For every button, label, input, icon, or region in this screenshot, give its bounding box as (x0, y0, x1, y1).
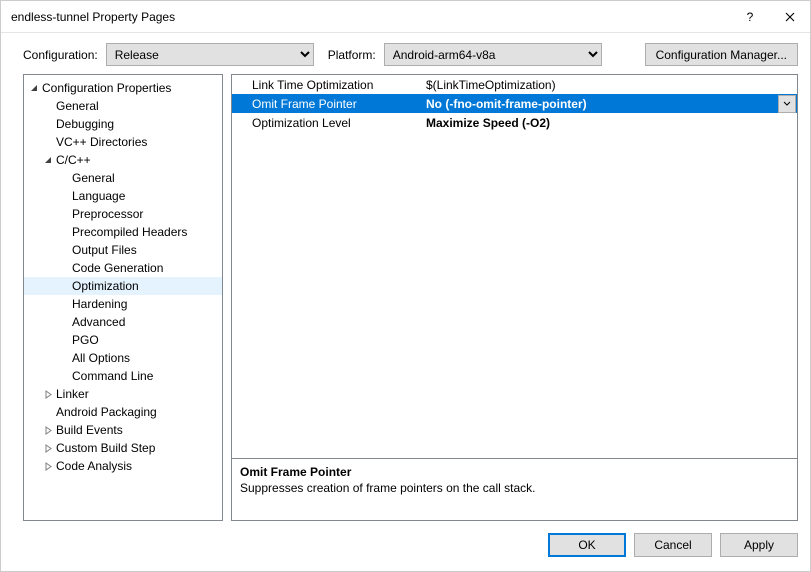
property-value[interactable]: No (-fno-omit-frame-pointer) (422, 97, 778, 111)
expand-icon[interactable] (42, 390, 54, 399)
tree-item-label: General (70, 171, 117, 185)
tree-item[interactable]: Precompiled Headers (24, 223, 222, 241)
property-grid[interactable]: Link Time Optimization$(LinkTimeOptimiza… (232, 75, 797, 458)
tree-item-label: VC++ Directories (54, 135, 149, 149)
tree-item[interactable]: Output Files (24, 241, 222, 259)
tree-root[interactable]: Configuration Properties (24, 79, 222, 97)
property-row[interactable]: Omit Frame PointerNo (-fno-omit-frame-po… (232, 94, 797, 113)
tree-item[interactable]: Command Line (24, 367, 222, 385)
tree-item-label: Custom Build Step (54, 441, 157, 455)
titlebar: endless-tunnel Property Pages ? (1, 1, 810, 33)
tree-item-label: Precompiled Headers (70, 225, 189, 239)
tree-item-label: C/C++ (54, 153, 93, 167)
property-grid-panel: Link Time Optimization$(LinkTimeOptimiza… (231, 74, 798, 521)
property-name: Omit Frame Pointer (232, 97, 422, 111)
configuration-select[interactable]: Release (106, 43, 314, 66)
configuration-manager-button[interactable]: Configuration Manager... (645, 43, 798, 66)
tree-item-label: Command Line (70, 369, 155, 383)
tree-item[interactable]: Preprocessor (24, 205, 222, 223)
tree-item[interactable]: Android Packaging (24, 403, 222, 421)
tree-item[interactable]: Language (24, 187, 222, 205)
tree-item-label: Code Analysis (54, 459, 134, 473)
tree-item[interactable]: Linker (24, 385, 222, 403)
tree-item-label: Hardening (70, 297, 129, 311)
collapse-icon[interactable] (42, 156, 54, 165)
tree-item[interactable]: Advanced (24, 313, 222, 331)
tree-item-label: Preprocessor (70, 207, 145, 221)
tree-item-label: Optimization (70, 279, 141, 293)
property-value[interactable]: Maximize Speed (-O2) (422, 116, 797, 130)
tree-item-label: Android Packaging (54, 405, 159, 419)
chevron-down-icon (783, 101, 791, 107)
property-tree[interactable]: Configuration Properties General Debuggin… (23, 74, 223, 521)
description-body: Suppresses creation of frame pointers on… (240, 481, 789, 495)
property-value[interactable]: $(LinkTimeOptimization) (422, 78, 797, 92)
tree-item[interactable]: Build Events (24, 421, 222, 439)
tree-item[interactable]: Code Analysis (24, 457, 222, 475)
property-row[interactable]: Optimization LevelMaximize Speed (-O2) (232, 113, 797, 132)
apply-button[interactable]: Apply (720, 533, 798, 557)
description-pane: Omit Frame Pointer Suppresses creation o… (232, 458, 797, 520)
tree-item[interactable]: General (24, 97, 222, 115)
cancel-button[interactable]: Cancel (634, 533, 712, 557)
property-row[interactable]: Link Time Optimization$(LinkTimeOptimiza… (232, 75, 797, 94)
tree-item-label: All Options (70, 351, 132, 365)
configuration-label: Configuration: (23, 48, 98, 62)
collapse-icon[interactable] (28, 84, 40, 93)
property-pages-window: endless-tunnel Property Pages ? Configur… (0, 0, 811, 572)
expand-icon[interactable] (42, 426, 54, 435)
tree-item-label: Output Files (70, 243, 139, 257)
tree-item-label: Code Generation (70, 261, 165, 275)
platform-label: Platform: (328, 48, 376, 62)
description-heading: Omit Frame Pointer (240, 465, 789, 479)
property-name: Link Time Optimization (232, 78, 422, 92)
dropdown-button[interactable] (778, 95, 796, 113)
window-title: endless-tunnel Property Pages (11, 10, 730, 24)
tree-item[interactable]: Hardening (24, 295, 222, 313)
tree-item[interactable]: PGO (24, 331, 222, 349)
expand-icon[interactable] (42, 444, 54, 453)
tree-item-label: Language (70, 189, 127, 203)
tree-item-label: PGO (70, 333, 101, 347)
tree-item-label: Debugging (54, 117, 116, 131)
tree-item-label: Advanced (70, 315, 127, 329)
tree-item-label: Linker (54, 387, 91, 401)
tree-item[interactable]: VC++ Directories (24, 133, 222, 151)
tree-item[interactable]: Code Generation (24, 259, 222, 277)
platform-select[interactable]: Android-arm64-v8a (384, 43, 602, 66)
property-name: Optimization Level (232, 116, 422, 130)
tree-item[interactable]: Optimization (24, 277, 222, 295)
dialog-footer: OK Cancel Apply (1, 521, 810, 571)
expand-icon[interactable] (42, 462, 54, 471)
tree-item[interactable]: C/C++ (24, 151, 222, 169)
tree-item-label: Build Events (54, 423, 125, 437)
tree-item-label: General (54, 99, 101, 113)
tree-item[interactable]: Custom Build Step (24, 439, 222, 457)
help-button[interactable]: ? (730, 1, 770, 32)
close-button[interactable] (770, 1, 810, 32)
config-row: Configuration: Release Platform: Android… (1, 33, 810, 74)
close-icon (785, 12, 795, 22)
tree-item[interactable]: All Options (24, 349, 222, 367)
ok-button[interactable]: OK (548, 533, 626, 557)
tree-item[interactable]: Debugging (24, 115, 222, 133)
tree-item[interactable]: General (24, 169, 222, 187)
